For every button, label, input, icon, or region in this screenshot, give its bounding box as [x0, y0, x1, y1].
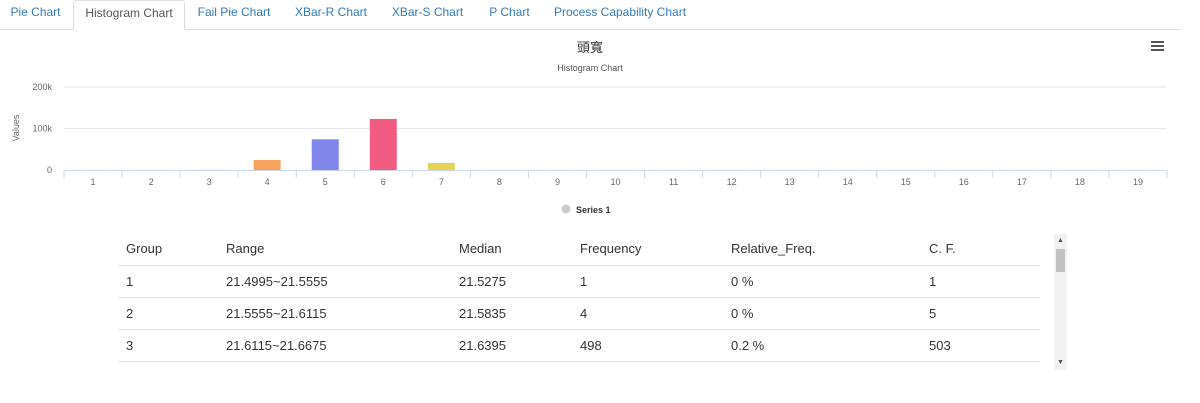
tab-p-chart[interactable]: P Chart: [477, 0, 542, 28]
table-row: 2 21.5555~21.6115 21.5835 4 0 % 5: [118, 297, 1040, 330]
legend-label: Series 1: [576, 205, 611, 215]
table-scrollbar[interactable]: ▲ ▼: [1054, 234, 1067, 370]
scroll-down-arrow-icon[interactable]: ▼: [1054, 358, 1067, 368]
legend[interactable]: Series 1: [561, 204, 611, 216]
y-axis-label: Values: [11, 114, 21, 141]
cell-median: 21.6395: [451, 329, 572, 362]
x-tick-label: 13: [785, 177, 795, 187]
column-header-cf: C. F.: [921, 232, 1040, 266]
histogram-bar[interactable]: [369, 118, 397, 170]
cell-relative-freq: 0.2 %: [723, 329, 921, 362]
x-tick-label: 8: [497, 177, 502, 187]
histogram-table-panel[interactable]: Group Range Median Frequency Relative_Fr…: [118, 232, 1068, 372]
y-tick-label: 100k: [32, 124, 52, 134]
cell-cf: 1: [921, 265, 1040, 298]
x-tick-label: 3: [207, 177, 212, 187]
cell-range: 21.6115~21.6675: [218, 329, 451, 362]
cell-median: 21.5275: [451, 265, 572, 298]
cell-frequency: 4: [572, 297, 723, 330]
tab-histogram-chart[interactable]: Histogram Chart: [73, 0, 185, 30]
scroll-up-arrow-icon[interactable]: ▲: [1054, 236, 1067, 246]
x-tick-label: 19: [1133, 177, 1143, 187]
tab-process-capability-chart[interactable]: Process Capability Chart: [545, 0, 695, 28]
histogram-table: Group Range Median Frequency Relative_Fr…: [118, 232, 1040, 362]
histogram-chart: 頭寬 Histogram Chart 0 100k 200k 1 2 3 4 5 6 7 8 9 10 1…: [0, 30, 1180, 220]
scrollbar-thumb[interactable]: [1056, 249, 1065, 272]
x-tick-label: 17: [1017, 177, 1027, 187]
column-header-group: Group: [118, 232, 218, 266]
cell-median: 21.5835: [451, 297, 572, 330]
x-tick-label: 11: [669, 177, 678, 187]
table-header-row: Group Range Median Frequency Relative_Fr…: [118, 232, 1040, 266]
x-tick-label: 9: [555, 177, 560, 187]
table-row: 3 21.6115~21.6675 21.6395 498 0.2 % 503: [118, 329, 1040, 362]
column-header-median: Median: [451, 232, 572, 266]
x-tick-label: 4: [265, 177, 270, 187]
cell-relative-freq: 0 %: [723, 297, 921, 330]
chart-plot: 0100k200k1 2 3 4 5 6 7 8 9 10 11 12 13 14 15 16 17 18 19 V…: [11, 82, 1168, 216]
histogram-bar[interactable]: [427, 162, 455, 170]
histogram-bar[interactable]: [253, 160, 281, 170]
x-tick-label: 2: [149, 177, 154, 187]
x-tick-label: 15: [901, 177, 911, 187]
y-tick-label: 0: [47, 165, 52, 175]
cell-frequency: 498: [572, 329, 723, 362]
x-tick-label: 1: [91, 177, 96, 187]
cell-group: 1: [118, 265, 218, 298]
column-header-range: Range: [218, 232, 451, 266]
cell-group: 2: [118, 297, 218, 330]
cell-frequency: 1: [572, 265, 723, 298]
tab-xbar-s-chart[interactable]: XBar-S Chart: [380, 0, 475, 28]
cell-cf: 5: [921, 297, 1040, 330]
cell-range: 21.5555~21.6115: [218, 297, 451, 330]
tab-fail-pie-chart[interactable]: Fail Pie Chart: [185, 0, 283, 28]
chart-tabs: Pie Chart Histogram Chart Fail Pie Chart…: [0, 0, 1180, 30]
x-tick-label: 14: [843, 177, 853, 187]
histogram-bar[interactable]: [311, 139, 339, 170]
tab-xbar-r-chart[interactable]: XBar-R Chart: [284, 0, 378, 28]
x-tick-label: 18: [1075, 177, 1085, 187]
x-tick-label: 7: [439, 177, 444, 187]
column-header-frequency: Frequency: [572, 232, 723, 266]
x-tick-label: 10: [610, 177, 620, 187]
cell-group: 3: [118, 329, 218, 362]
table-row: 1 21.4995~21.5555 21.5275 1 0 % 1: [118, 265, 1040, 298]
legend-marker: [561, 204, 571, 214]
y-tick-label: 200k: [32, 82, 52, 92]
x-tick-label: 6: [381, 177, 386, 187]
cell-range: 21.4995~21.5555: [218, 265, 451, 298]
tab-pie-chart[interactable]: Pie Chart: [0, 0, 71, 28]
cell-cf: 503: [921, 329, 1040, 362]
x-tick-label: 5: [323, 177, 328, 187]
x-tick-label: 12: [727, 177, 737, 187]
cell-relative-freq: 0 %: [723, 265, 921, 298]
x-tick-label: 16: [959, 177, 969, 187]
column-header-relative-freq: Relative_Freq.: [723, 232, 921, 266]
